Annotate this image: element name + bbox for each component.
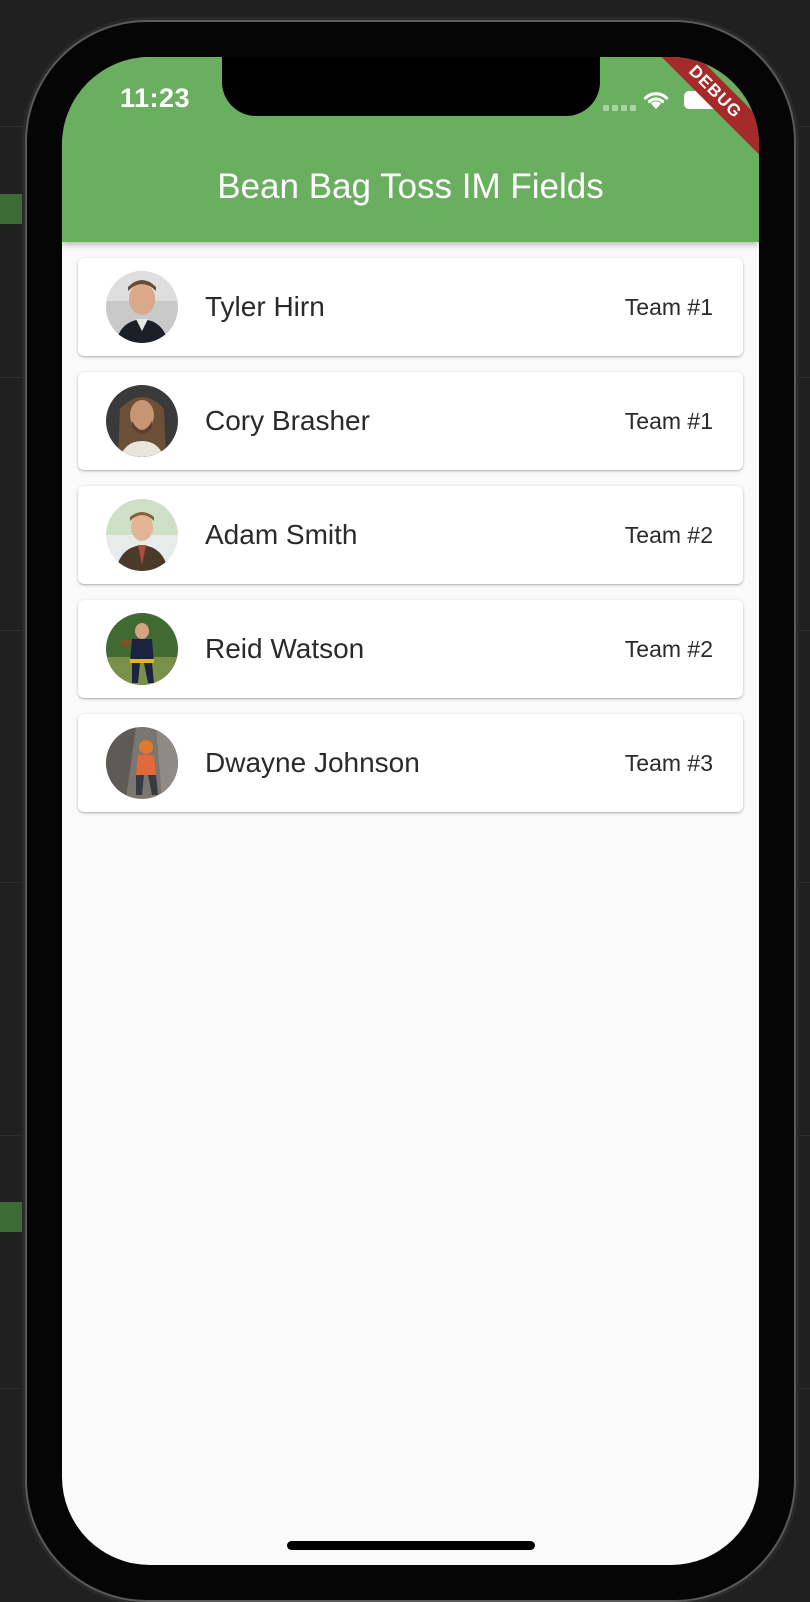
cellular-signal-icon	[603, 105, 636, 111]
player-team: Team #2	[624, 636, 713, 662]
player-team: Team #1	[624, 408, 713, 434]
list-item[interactable]: Reid Watson Team #2	[78, 600, 743, 698]
player-team: Team #2	[624, 522, 713, 548]
wifi-icon	[643, 92, 669, 109]
list-item[interactable]: Cory Brasher Team #1	[78, 372, 743, 470]
player-name: Tyler Hirn	[205, 291, 325, 322]
player-avatar	[106, 613, 178, 685]
list-item[interactable]: Tyler Hirn Team #1	[78, 258, 743, 356]
device-notch	[222, 57, 600, 116]
player-name: Adam Smith	[205, 519, 358, 550]
player-list: Tyler Hirn Team #1 Cory Brasher Team #1	[78, 258, 743, 828]
player-avatar	[106, 727, 178, 799]
app-screen: 11:23 DEBUG Bean Bag Toss IM Fields Tyle…	[62, 57, 759, 1565]
player-name: Reid Watson	[205, 633, 365, 664]
backdrop-highlight	[0, 194, 26, 224]
player-avatar	[106, 385, 178, 457]
player-name: Dwayne Johnson	[205, 747, 420, 778]
list-item[interactable]: Dwayne Johnson Team #3	[78, 714, 743, 812]
player-name: Cory Brasher	[205, 405, 370, 436]
home-indicator[interactable]	[287, 1541, 535, 1550]
player-team: Team #3	[624, 750, 713, 776]
backdrop-highlight	[0, 1202, 26, 1232]
page-title: Bean Bag Toss IM Fields	[217, 167, 604, 206]
player-avatar	[106, 499, 178, 571]
list-item[interactable]: Adam Smith Team #2	[78, 486, 743, 584]
player-avatar	[106, 271, 178, 343]
player-team: Team #1	[624, 294, 713, 320]
status-time: 11:23	[120, 83, 191, 113]
